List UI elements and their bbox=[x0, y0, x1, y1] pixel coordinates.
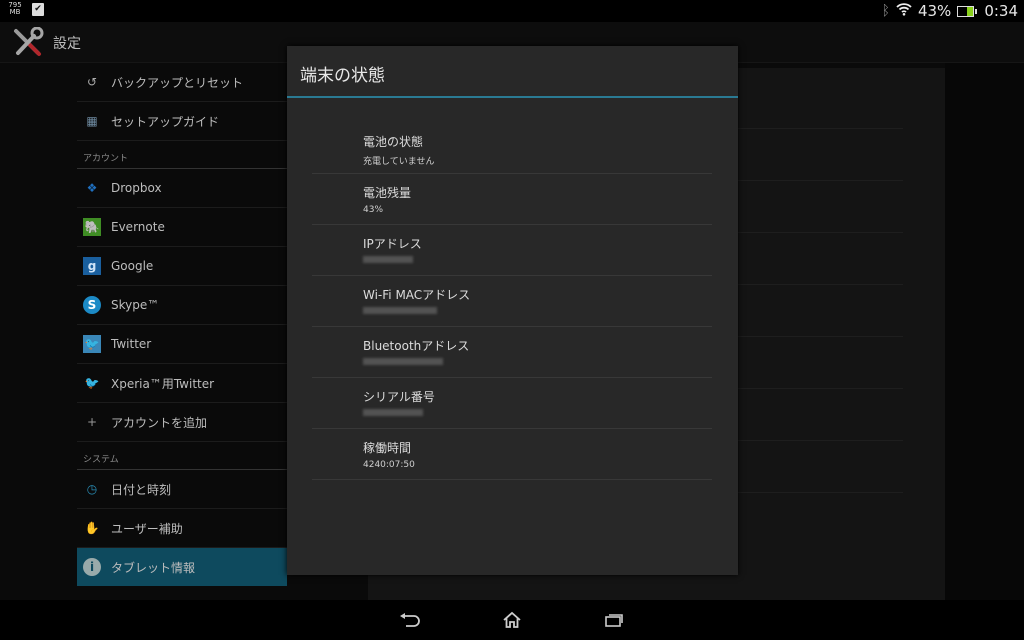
google-icon: g bbox=[83, 257, 101, 275]
backup-restore-icon: ↺ bbox=[86, 75, 98, 89]
sidebar-item-label: Dropbox bbox=[111, 181, 162, 195]
redaction-blur bbox=[363, 409, 423, 416]
status-row: Wi-Fi MACアドレス bbox=[312, 276, 712, 327]
sidebar-item-label: Twitter bbox=[111, 337, 152, 351]
sidebar-item[interactable]: 🐦 Xperia™用Twitter bbox=[77, 364, 287, 403]
status-label: 電池の状態 bbox=[363, 135, 424, 149]
memory-icon: 795 MB bbox=[8, 1, 22, 16]
sidebar-item-label: Evernote bbox=[111, 220, 165, 234]
sidebar-section-header: アカウント bbox=[77, 141, 287, 169]
sidebar-item[interactable]: ↺ バックアップとリセット bbox=[77, 63, 287, 102]
sidebar-item[interactable]: ✋ ユーザー補助 bbox=[77, 509, 287, 548]
skype-icon: S bbox=[83, 296, 101, 314]
status-label: 電池残量 bbox=[363, 186, 412, 200]
evernote-icon: 🐘 bbox=[83, 218, 101, 236]
background-edge bbox=[945, 63, 1024, 600]
wifi-icon bbox=[896, 2, 912, 20]
status-value: 4240:07:50 bbox=[363, 460, 415, 470]
sidebar-item[interactable]: S Skype™ bbox=[77, 286, 287, 325]
task-icon: ✔ bbox=[32, 2, 44, 16]
redaction-blur bbox=[363, 307, 437, 314]
battery-fill bbox=[966, 6, 974, 16]
status-value: 43% bbox=[363, 205, 384, 215]
setup-guide-icon: ▦ bbox=[86, 114, 98, 128]
page-title: 設定 bbox=[53, 36, 81, 52]
clock-time: 0:34 bbox=[984, 2, 1018, 20]
plus-icon: + bbox=[86, 415, 98, 429]
sidebar-item[interactable]: 🐘 Evernote bbox=[77, 208, 287, 247]
redaction-blur bbox=[363, 256, 413, 263]
status-bar: 795 MB ✔ ᛒ 43% 0:34 bbox=[0, 0, 1024, 22]
status-row: シリアル番号 bbox=[312, 378, 712, 429]
home-icon[interactable] bbox=[500, 610, 524, 630]
battery-percent: 43% bbox=[917, 2, 952, 20]
status-label: 稼働時間 bbox=[363, 441, 412, 455]
redacted-value bbox=[363, 358, 712, 368]
hand-icon: ✋ bbox=[84, 521, 100, 535]
battery-icon bbox=[957, 5, 978, 17]
sidebar-item[interactable]: + アカウントを追加 bbox=[77, 403, 287, 442]
sidebar-item-label: バックアップとリセット bbox=[111, 75, 244, 90]
settings-tools-icon[interactable] bbox=[12, 26, 44, 57]
redacted-value bbox=[363, 256, 712, 266]
sidebar-item[interactable]: i タブレット情報 bbox=[77, 548, 287, 586]
bluetooth-icon: ᛒ bbox=[881, 3, 890, 19]
dialog-title: 端末の状態 bbox=[287, 46, 738, 98]
sidebar-item[interactable]: ◷ 日付と時刻 bbox=[77, 470, 287, 509]
xperia-twitter-icon: 🐦 bbox=[84, 376, 100, 390]
navigation-bar bbox=[0, 600, 1024, 640]
sidebar-item-label: Xperia™用Twitter bbox=[111, 376, 215, 391]
sidebar-item-label: タブレット情報 bbox=[111, 560, 196, 575]
sidebar-item-label: ユーザー補助 bbox=[111, 521, 183, 536]
status-row: Bluetoothアドレス bbox=[312, 327, 712, 378]
recent-apps-icon[interactable] bbox=[602, 610, 626, 630]
sidebar-item[interactable]: ▦ セットアップガイド bbox=[77, 102, 287, 141]
status-row: 稼働時間 4240:07:50 bbox=[312, 429, 712, 480]
sidebar-section-header: システム bbox=[77, 442, 287, 470]
clock-icon: ◷ bbox=[86, 482, 98, 496]
device-status-dialog: 端末の状態 電池の状態充電していません電池残量 43% IPアドレス Wi-Fi MA… bbox=[287, 46, 738, 575]
status-row: 電池残量 43% bbox=[312, 174, 712, 225]
status-value: 充電していません bbox=[363, 157, 435, 167]
status-label: Bluetoothアドレス bbox=[363, 339, 470, 353]
redacted-value bbox=[363, 409, 712, 419]
status-label: シリアル番号 bbox=[363, 390, 435, 404]
sidebar-item-label: アカウントを追加 bbox=[111, 415, 208, 430]
sidebar-item-label: セットアップガイド bbox=[111, 114, 220, 129]
sidebar-item-label: Google bbox=[111, 259, 154, 273]
settings-sidebar: ↺ バックアップとリセット ▦ セットアップガイドアカウント ❖ Dropbox 🐘 Ever… bbox=[77, 63, 287, 586]
status-row: 電池の状態充電していません bbox=[312, 123, 712, 174]
status-list: 電池の状態充電していません電池残量 43% IPアドレス Wi-Fi MACアドレス B… bbox=[312, 123, 712, 480]
status-label: IPアドレス bbox=[363, 237, 422, 251]
dropbox-icon: ❖ bbox=[86, 181, 98, 195]
sidebar-item[interactable]: g Google bbox=[77, 247, 287, 286]
status-label: Wi-Fi MACアドレス bbox=[363, 288, 471, 302]
info-icon: i bbox=[83, 558, 101, 576]
sidebar-item-label: Skype™ bbox=[111, 298, 160, 312]
back-icon[interactable] bbox=[398, 610, 422, 630]
sidebar-item[interactable]: ❖ Dropbox bbox=[77, 169, 287, 208]
sidebar-item-label: 日付と時刻 bbox=[111, 482, 172, 497]
redaction-blur bbox=[363, 358, 443, 365]
status-row: IPアドレス bbox=[312, 225, 712, 276]
twitter-icon: 🐦 bbox=[83, 335, 101, 353]
sidebar-item[interactable]: 🐦 Twitter bbox=[77, 325, 287, 364]
redacted-value bbox=[363, 307, 712, 317]
